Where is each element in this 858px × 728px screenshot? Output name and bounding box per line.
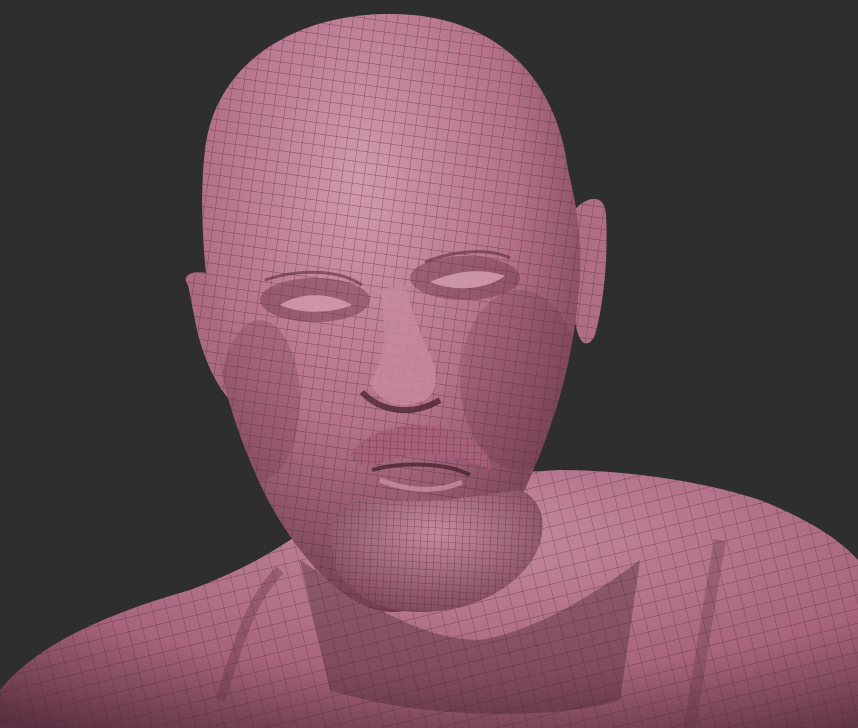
sculpt-render	[0, 13, 858, 728]
viewport-canvas[interactable]	[0, 0, 858, 728]
